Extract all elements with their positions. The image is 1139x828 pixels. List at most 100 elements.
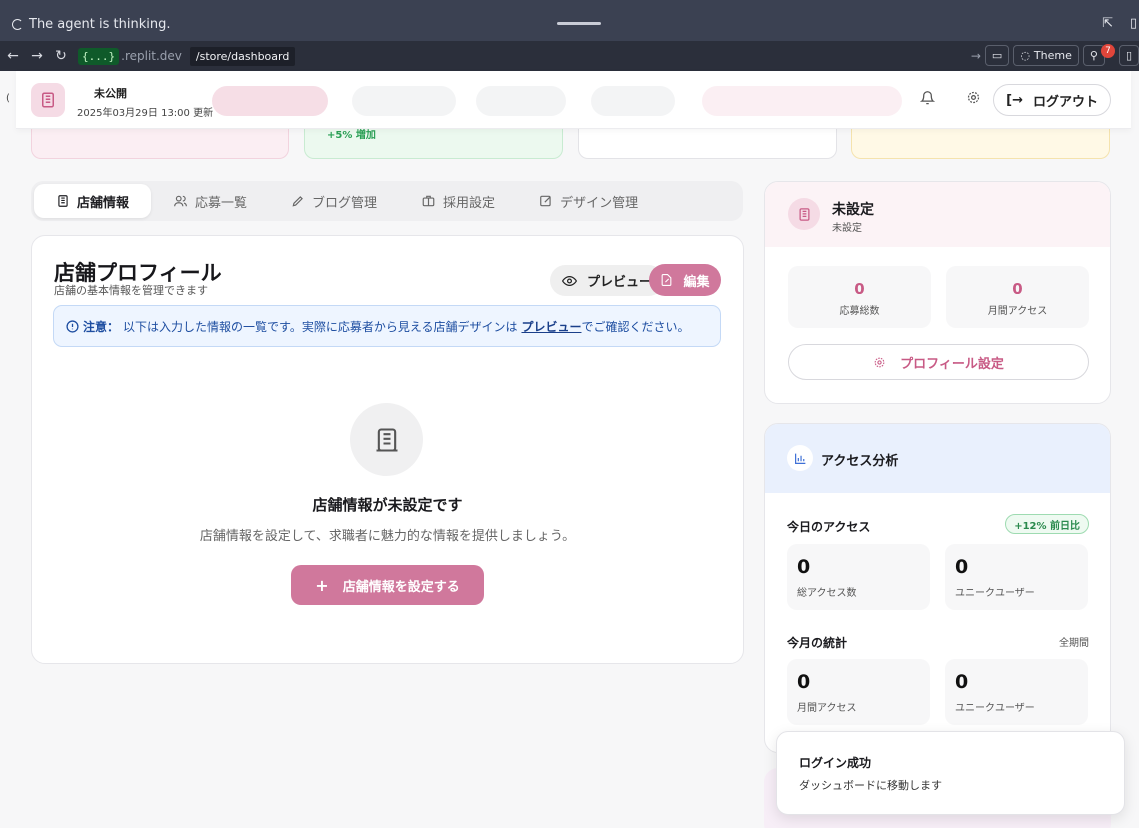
store-profile-card: 店舗プロフィール 店舗の基本情報を管理できます プレビュー 編集 注意： 以下は… [31, 235, 744, 664]
notice-suffix: でご確認ください。 [581, 319, 690, 334]
notice-preview-link[interactable]: プレビュー [521, 318, 581, 335]
tab-label: 採用設定 [443, 195, 496, 211]
ghost-nav-item [476, 86, 566, 116]
store-subtitle: 未設定 [832, 223, 862, 234]
setup-label: 店舗情報を設定する [342, 579, 460, 595]
store-logo-icon [788, 198, 820, 230]
gear-icon [873, 356, 886, 369]
edit-icon [539, 194, 553, 208]
building-icon [350, 403, 423, 476]
file-edit-icon [660, 273, 673, 287]
left-edge: ( [0, 71, 16, 828]
monthly-access-label: 月間アクセス [987, 306, 1048, 317]
tab-design[interactable]: デザイン管理 [517, 184, 660, 218]
stat-card-green: +5% 増加 [304, 124, 563, 159]
ghost-nav-item [702, 86, 902, 116]
url-bar-actions: → ▭ ◌ Theme ⚲ 7 ▯ [971, 43, 1139, 66]
logout-button[interactable]: [→ ログアウト [993, 84, 1111, 116]
empty-state-description: 店舗情報を設定して、求職者に魅力的な情報を提供しましょう。 [199, 529, 576, 544]
login-toast[interactable]: ログイン成功 ダッシュボードに移動します [776, 731, 1125, 815]
edit-label: 編集 [683, 274, 710, 290]
access-analytics-card: アクセス分析 今日のアクセス +12% 前日比 0 総アクセス数 0 ユニークユ… [764, 423, 1111, 753]
month-unique-box: 0 ユニークユーザー [945, 659, 1088, 725]
building-icon [56, 194, 70, 208]
today-total-value: 0 [797, 556, 811, 578]
profile-settings-button[interactable]: プロフィール設定 [788, 344, 1089, 380]
spinner-icon [12, 19, 23, 30]
tab-label: 店舗情報 [77, 195, 130, 211]
monthly-access-stat: 0 月間アクセス [946, 266, 1089, 328]
domain-badge: {...} [78, 47, 120, 65]
devtools-button[interactable]: ▭ [984, 45, 1010, 66]
back-icon[interactable]: ← [2, 48, 24, 64]
period-label: 全期間 [1059, 638, 1089, 649]
store-logo-icon [31, 83, 65, 117]
bell-icon[interactable] [920, 90, 935, 106]
stat-card-pink [31, 124, 289, 159]
month-unique-value: 0 [955, 671, 969, 693]
trend-badge: +12% 前日比 [1005, 514, 1089, 534]
tab-label: デザイン管理 [560, 195, 639, 211]
applications-label: 応募総数 [839, 306, 880, 317]
plus-icon: + [315, 575, 329, 595]
today-unique-value: 0 [955, 556, 969, 578]
tab-store-info[interactable]: 店舗情報 [34, 184, 152, 218]
users-icon [173, 194, 188, 208]
agent-status-text: The agent is thinking. [29, 17, 171, 32]
tab-label: 応募一覧 [195, 195, 248, 211]
access-analytics-header [765, 424, 1110, 493]
profile-settings-label: プロフィール設定 [900, 356, 1004, 372]
tab-blog[interactable]: ブログ管理 [269, 184, 399, 218]
gear-icon[interactable] [966, 90, 981, 105]
drag-handle[interactable] [557, 22, 601, 25]
preview-button[interactable]: プレビュー [550, 265, 665, 296]
logout-label: ログアウト [1032, 94, 1098, 110]
tab-label: ブログ管理 [312, 195, 378, 211]
stat-card-white [578, 124, 837, 159]
dashboard-tabs: 店舗情報 応募一覧 ブログ管理 採用設定 デザイン管理 [31, 181, 743, 221]
notification-badge: 7 [1100, 43, 1115, 58]
theme-button[interactable]: ◌ Theme [1013, 45, 1079, 66]
preview-label: プレビュー [587, 275, 653, 290]
url-path-input[interactable]: /store/dashboard [189, 46, 296, 66]
notice-text: 以下は入力した情報の一覧です。実際に応募者から見える店舗デザインは [123, 319, 518, 334]
stat-card-yellow [851, 124, 1110, 159]
page-subtitle: 店舗の基本情報を管理できます [54, 284, 208, 297]
theme-label: Theme [1033, 49, 1072, 62]
domain-suffix: .replit.dev [121, 49, 182, 63]
month-access-label: 月間アクセス [797, 703, 857, 714]
today-total-box: 0 総アクセス数 [787, 544, 930, 610]
last-updated: 2025年03月29日 13:00 更新 [77, 108, 214, 119]
ghost-nav-item [591, 86, 675, 116]
edge-mark: ( [6, 93, 10, 104]
store-name: 未設定 [832, 202, 874, 218]
forward-icon[interactable]: → [26, 48, 48, 64]
today-access-title: 今日のアクセス [787, 520, 871, 534]
agent-status-bar: The agent is thinking. ⇱ ▯ [0, 0, 1139, 46]
today-total-label: 総アクセス数 [797, 588, 857, 599]
extra-button[interactable]: ▯ [1118, 45, 1139, 66]
empty-state-title: 店舗情報が未設定です [312, 496, 463, 514]
expand-icon[interactable]: ⇱ [1102, 16, 1113, 31]
setup-store-button[interactable]: + 店舗情報を設定する [291, 565, 484, 605]
tab-applications[interactable]: 応募一覧 [151, 184, 269, 218]
go-icon[interactable]: → [971, 49, 981, 63]
panel-icon[interactable]: ▯ [1130, 16, 1137, 31]
ghost-nav-pill [212, 86, 328, 116]
reload-icon[interactable]: ↻ [50, 48, 72, 64]
applications-stat: 0 応募総数 [788, 266, 931, 328]
edit-button[interactable]: 編集 [649, 264, 721, 296]
page-header: 未公開 2025年03月29日 13:00 更新 [→ ログアウト [16, 71, 1131, 129]
info-icon [66, 319, 79, 333]
browser-url-bar: ← → ↻ {...} .replit.dev /store/dashboard… [0, 41, 1139, 71]
ghost-nav-item [352, 86, 456, 116]
agent-status: The agent is thinking. [12, 17, 170, 32]
toast-description: ダッシュボードに移動します [799, 779, 942, 792]
palette-icon: ◌ [1020, 49, 1030, 62]
preview-notice: 注意： 以下は入力した情報の一覧です。実際に応募者から見える店舗デザインは プレ… [53, 305, 721, 347]
today-unique-box: 0 ユニークユーザー [945, 544, 1088, 610]
tab-recruitment[interactable]: 採用設定 [399, 184, 517, 218]
logout-icon: [→ [1006, 92, 1023, 108]
store-summary-card: 未設定 未設定 0 応募総数 0 月間アクセス プロフィール設定 [764, 181, 1111, 404]
month-access-value: 0 [797, 671, 811, 693]
